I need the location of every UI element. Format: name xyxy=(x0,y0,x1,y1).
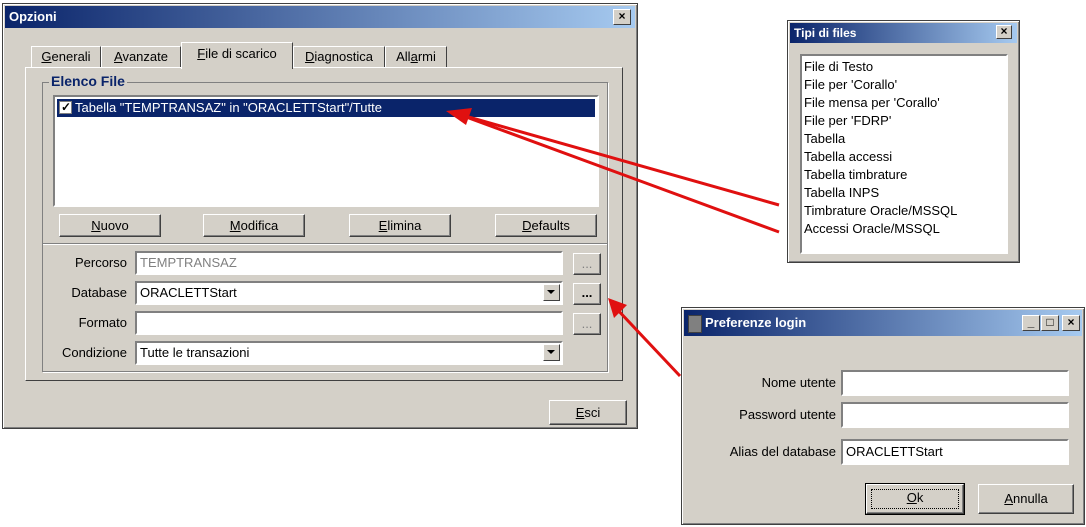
focus-rect xyxy=(871,489,959,509)
file-item-label: Tabella "TEMPTRANSAZ" in "ORACLETTStart"… xyxy=(75,100,382,115)
nome-utente-field[interactable] xyxy=(841,370,1069,396)
tab-text: iagnostica xyxy=(314,49,373,64)
tab-accel: a xyxy=(410,49,418,64)
nuovo-button[interactable]: Nuovo xyxy=(59,214,161,237)
esci-button[interactable]: Esci xyxy=(549,400,627,425)
password-utente-label: Password utente xyxy=(739,407,836,422)
condizione-select[interactable]: Tutte le transazioni xyxy=(135,341,563,365)
preferenze-login-window: Preferenze login _ □ × Nome utente Passw… xyxy=(681,307,1085,525)
database-value: ORACLETTStart xyxy=(140,285,237,300)
alias-database-label: Alias del database xyxy=(729,444,836,459)
tab-accel: G xyxy=(41,49,52,64)
opzioni-close-button[interactable]: × xyxy=(613,9,631,25)
list-item[interactable]: Tabella INPS xyxy=(804,184,1006,202)
button-text: ... xyxy=(581,256,593,271)
nome-utente-label: Nome utente xyxy=(761,375,836,390)
list-item[interactable]: Accessi Oracle/MSSQL xyxy=(804,220,1006,238)
tab-text: vanzate xyxy=(122,49,168,64)
checkbox[interactable]: ✓ xyxy=(59,100,72,115)
opzioni-titlebar[interactable]: Opzioni xyxy=(5,6,635,28)
condizione-value: Tutte le transazioni xyxy=(140,345,250,360)
login-minimize-button[interactable]: _ xyxy=(1022,315,1040,331)
elenco-file-group: Elenco File ✓ Tabella "TEMPTRANSAZ" in "… xyxy=(42,73,608,372)
button-text: nnulla xyxy=(1012,491,1048,506)
chevron-down-icon[interactable] xyxy=(543,344,560,361)
tab-accel: F xyxy=(197,46,206,61)
tab-generali[interactable]: Generali xyxy=(31,46,101,68)
list-item[interactable]: File per 'Corallo' xyxy=(804,76,1006,94)
minimize-icon: _ xyxy=(1027,315,1035,329)
login-close-button[interactable]: × xyxy=(1062,315,1080,331)
tab-text: rmi xyxy=(417,49,436,64)
list-item[interactable]: Tabella timbrature xyxy=(804,166,1006,184)
list-item[interactable]: Timbrature Oracle/MSSQL xyxy=(804,202,1006,220)
button-text: ... xyxy=(581,316,593,331)
percorso-label: Percorso xyxy=(74,255,127,270)
list-item[interactable]: Tabella accessi xyxy=(804,148,1006,166)
database-select[interactable]: ORACLETTStart xyxy=(135,281,563,305)
tab-allarmi[interactable]: Allarmi xyxy=(385,46,447,68)
opzioni-title: Opzioni xyxy=(9,9,57,24)
ok-button[interactable]: Ok xyxy=(865,483,965,515)
tipi-title: Tipi di files xyxy=(794,26,857,40)
button-text: odifica xyxy=(240,218,279,233)
checkmark-icon: ✓ xyxy=(61,100,72,115)
elimina-button[interactable]: Elimina xyxy=(349,214,451,237)
tipi-di-files-window: Tipi di files × File di Testo File per '… xyxy=(787,20,1020,263)
chevron-down-icon[interactable] xyxy=(543,284,560,301)
percorso-field[interactable]: TEMPTRANSAZ xyxy=(135,251,563,275)
login-title: Preferenze login xyxy=(705,315,807,330)
defaults-button[interactable]: Defaults xyxy=(495,214,597,237)
tipi-titlebar[interactable]: Tipi di files xyxy=(790,23,1017,43)
app-icon xyxy=(688,314,702,333)
close-icon: × xyxy=(1000,24,1008,38)
tab-page: Elenco File ✓ Tabella "TEMPTRANSAZ" in "… xyxy=(25,67,623,381)
list-item[interactable]: ✓ Tabella "TEMPTRANSAZ" in "ORACLETTStar… xyxy=(57,99,595,117)
list-item[interactable]: Tabella xyxy=(804,130,1006,148)
list-item[interactable]: File per 'FDRP' xyxy=(804,112,1006,130)
tab-text: ile di scarico xyxy=(205,46,277,61)
button-text: ... xyxy=(581,285,593,300)
alias-database-field[interactable]: ORACLETTStart xyxy=(841,439,1069,465)
close-icon: × xyxy=(1067,315,1075,329)
tab-text: All xyxy=(396,49,411,64)
tab-accel: D xyxy=(305,49,315,64)
list-item[interactable]: File di Testo xyxy=(804,58,1006,76)
tab-file-di-scarico[interactable]: File di scarico xyxy=(181,42,293,69)
button-text: uovo xyxy=(100,218,129,233)
condizione-label: Condizione xyxy=(61,345,127,360)
button-accel: N xyxy=(91,218,101,233)
tab-text: enerali xyxy=(51,49,91,64)
formato-label: Formato xyxy=(78,315,127,330)
button-text: efaults xyxy=(531,218,570,233)
tab-diagnostica[interactable]: Diagnostica xyxy=(293,46,385,68)
tipi-list[interactable]: File di Testo File per 'Corallo' File me… xyxy=(800,54,1008,254)
close-icon: × xyxy=(618,9,626,23)
divider xyxy=(43,243,607,245)
database-label: Database xyxy=(71,285,127,300)
list-item[interactable]: File mensa per 'Corallo' xyxy=(804,94,1006,112)
button-accel: A xyxy=(1004,491,1013,506)
button-accel: D xyxy=(522,218,532,233)
tab-avanzate[interactable]: Avanzate xyxy=(101,46,181,68)
formato-browse-button[interactable]: ... xyxy=(573,313,601,335)
modifica-button[interactable]: Modifica xyxy=(203,214,305,237)
password-utente-field[interactable] xyxy=(841,402,1069,428)
button-text: sci xyxy=(584,405,601,420)
button-text: limina xyxy=(387,218,422,233)
percorso-browse-button[interactable]: ... xyxy=(573,253,601,275)
file-list[interactable]: ✓ Tabella "TEMPTRANSAZ" in "ORACLETTStar… xyxy=(53,95,599,207)
maximize-icon: □ xyxy=(1046,315,1054,329)
formato-field[interactable] xyxy=(135,311,563,335)
button-accel: M xyxy=(229,218,241,233)
database-browse-button[interactable]: ... xyxy=(573,283,601,305)
login-maximize-button[interactable]: □ xyxy=(1041,315,1059,331)
tipi-close-button[interactable]: × xyxy=(996,25,1012,39)
annulla-button[interactable]: Annulla xyxy=(978,484,1074,514)
opzioni-window: Opzioni × Generali Avanzate File di scar… xyxy=(2,3,638,429)
elenco-file-title: Elenco File xyxy=(49,73,127,89)
